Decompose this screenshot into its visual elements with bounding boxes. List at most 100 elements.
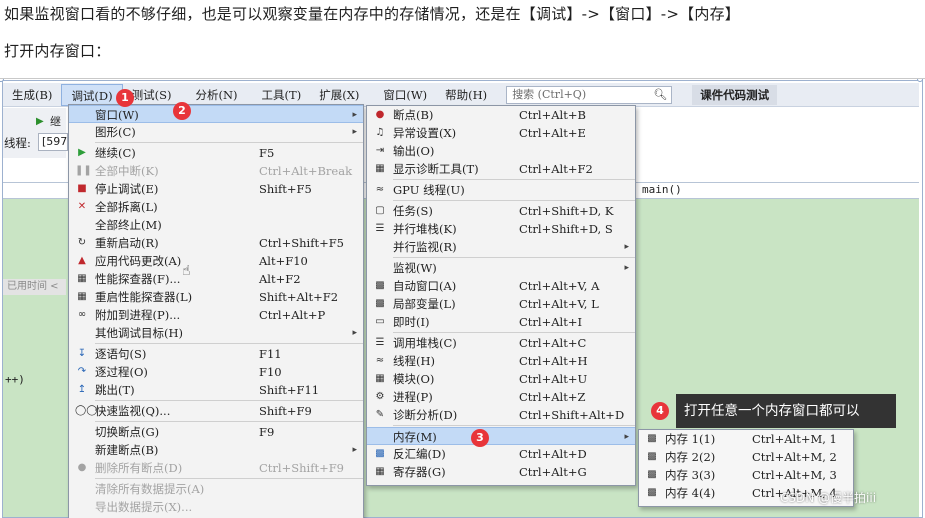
menu-separator: [393, 332, 635, 333]
flame-icon: ▲: [78, 255, 86, 266]
debug-menu-item[interactable]: ✕ 全部拆离(L): [69, 198, 363, 216]
menu-item-shortcut: Ctrl+Alt+U: [519, 372, 588, 386]
menu-help[interactable]: 帮助(H): [436, 84, 496, 106]
thread-label: 线程:: [4, 136, 31, 150]
debug-menu-item[interactable]: ▦ 性能探查器(F)... Alt+F2: [69, 270, 363, 288]
debug-menu-item[interactable]: ∞ 附加到进程(P)... Ctrl+Alt+P: [69, 306, 363, 324]
menu-window[interactable]: 窗口(W): [374, 84, 436, 106]
menu-item-label: 内存(M): [393, 430, 437, 444]
continue-label[interactable]: 继: [50, 113, 61, 129]
debug-menu: 窗口(W) ▸ 图形(C) ▸ ▶ 继续(C) F5 ❚❚ 全部中断(K) Ctrl+Alt+Br…: [68, 104, 364, 518]
window-menu-item[interactable]: ⚙ 进程(P) Ctrl+Alt+Z: [367, 388, 635, 406]
window-menu-item[interactable]: ▦ 模块(O) Ctrl+Alt+U: [367, 370, 635, 388]
menu-item-label: 内存 3(3): [665, 468, 716, 482]
menu-separator: [95, 400, 363, 401]
stop-icon: ■: [77, 183, 87, 194]
tasks-icon: ▢: [375, 205, 385, 216]
debug-menu-item[interactable]: 其他调试目标(H) ▸: [69, 324, 363, 342]
menu-item-shortcut: Ctrl+Alt+Break: [259, 164, 353, 178]
menu-separator: [393, 179, 635, 180]
article-paragraph: 如果监视窗口看的不够仔细，也是可以观察变量在内存中的存储情况，还是在【调试】->…: [4, 5, 740, 23]
window-menu-item[interactable]: ♫ 异常设置(X) Ctrl+Alt+E: [367, 124, 635, 142]
window-menu-item[interactable]: 监视(W) ▸: [367, 259, 635, 277]
menu-extensions[interactable]: 扩展(X): [310, 84, 368, 106]
chevron-right-icon: ▸: [624, 432, 629, 442]
menu-item-label: 重新启动(R): [95, 236, 159, 250]
memory-chip-icon: ▩: [647, 451, 657, 462]
menu-item-label: 逐过程(O): [95, 365, 148, 379]
memory-menu-item[interactable]: ▩ 内存 2(2) Ctrl+Alt+M, 2: [639, 448, 853, 466]
window-menu-item[interactable]: ▩ 自动窗口(A) Ctrl+Alt+V, A: [367, 277, 635, 295]
debug-menu-item[interactable]: ▶ 继续(C) F5: [69, 144, 363, 162]
attach-icon: ∞: [77, 309, 87, 320]
debug-menu-item[interactable]: ▲ 应用代码更改(A) Alt+F10: [69, 252, 363, 270]
memory-menu-item[interactable]: ▩ 内存 1(1) Ctrl+Alt+M, 1: [639, 430, 853, 448]
window-menu-item[interactable]: ⇥ 输出(O): [367, 142, 635, 160]
delete-breakpoints-icon: ●: [77, 462, 87, 473]
menu-debug[interactable]: 调试(D): [61, 83, 123, 106]
menu-item-label: 切换断点(G): [95, 425, 160, 439]
modules-icon: ▦: [375, 373, 385, 384]
menu-analyze[interactable]: 分析(N): [187, 84, 247, 106]
window-menu-item[interactable]: ☰ 调用堆栈(C) Ctrl+Alt+C: [367, 334, 635, 352]
window-menu-item[interactable]: 并行监视(R) ▸: [367, 238, 635, 256]
window-menu-item[interactable]: 内存(M) ▸: [367, 427, 635, 445]
debug-menu-item[interactable]: 切换断点(G) F9: [69, 423, 363, 441]
course-code-button[interactable]: 课件代码测试: [692, 84, 778, 105]
debug-menu-item[interactable]: 全部终止(M): [69, 216, 363, 234]
debug-menu-item[interactable]: ↻ 重新启动(R) Ctrl+Shift+F5: [69, 234, 363, 252]
window-menu-item[interactable]: ▩ 局部变量(L) Ctrl+Alt+V, L: [367, 295, 635, 313]
menu-item-shortcut: F9: [259, 425, 275, 439]
search-input[interactable]: 搜索 (Ctrl+Q) 🔍︎: [506, 85, 673, 104]
menu-item-label: 异常设置(X): [393, 126, 457, 140]
menu-item-shortcut: Ctrl+Alt+F2: [519, 162, 593, 176]
debug-menu-item[interactable]: 窗口(W) ▸: [69, 105, 363, 123]
window-menu-item[interactable]: ✎ 诊断分析(D) Ctrl+Shift+Alt+D: [367, 406, 635, 424]
window-menu-item[interactable]: ▦ 显示诊断工具(T) Ctrl+Alt+F2: [367, 160, 635, 178]
menu-item-shortcut: Ctrl+Alt+Z: [519, 390, 586, 404]
menu-item-shortcut: Ctrl+Alt+C: [519, 336, 587, 350]
menu-item-shortcut: Ctrl+Alt+P: [259, 308, 326, 322]
debug-menu-item: 导出数据提示(X)...: [69, 498, 363, 516]
debug-menu-item[interactable]: ↷ 逐过程(O) F10: [69, 363, 363, 381]
memory-chip-icon: ▩: [647, 487, 657, 498]
window-menu-item[interactable]: ● 断点(B) Ctrl+Alt+B: [367, 106, 635, 124]
debug-menu-item[interactable]: ◯◯ 快速监视(Q)... Shift+F9: [69, 402, 363, 420]
menu-item-label: 全部中断(K): [95, 164, 159, 178]
debug-menu-item[interactable]: ■ 停止调试(E) Shift+F5: [69, 180, 363, 198]
debug-menu-item[interactable]: ▦ 重启性能探查器(L) Shift+Alt+F2: [69, 288, 363, 306]
play-icon[interactable]: ▶: [36, 116, 44, 127]
window-menu-item[interactable]: ☰ 并行堆栈(K) Ctrl+Shift+D, S: [367, 220, 635, 238]
menu-separator: [95, 478, 363, 479]
menu-item-shortcut: Alt+F10: [259, 254, 308, 268]
window-submenu: ● 断点(B) Ctrl+Alt+B ♫ 异常设置(X) Ctrl+Alt+E ⇥ 输出(O)…: [366, 105, 636, 486]
window-menu-item[interactable]: ▩ 反汇编(D) Ctrl+Alt+D: [367, 445, 635, 463]
menu-item-label: 性能探查器(F)...: [95, 272, 181, 286]
menu-item-label: 寄存器(G): [393, 465, 446, 479]
window-menu-item[interactable]: ▢ 任务(S) Ctrl+Shift+D, K: [367, 202, 635, 220]
menu-separator: [95, 343, 363, 344]
window-menu-item[interactable]: ▦ 寄存器(G) Ctrl+Alt+G: [367, 463, 635, 481]
menu-tools[interactable]: 工具(T): [253, 84, 311, 106]
chevron-right-icon: ▸: [352, 445, 357, 455]
menu-item-label: 自动窗口(A): [393, 279, 457, 293]
window-menu-item[interactable]: ≈ GPU 线程(U): [367, 181, 635, 199]
threads-icon: ≈: [375, 355, 385, 366]
menu-item-label: 继续(C): [95, 146, 136, 160]
thread-select[interactable]: [597: [38, 133, 68, 151]
breakpoint-icon: ●: [375, 109, 385, 120]
window-menu-item[interactable]: ≈ 线程(H) Ctrl+Alt+H: [367, 352, 635, 370]
debug-menu-item[interactable]: 图形(C) ▸: [69, 123, 363, 141]
menu-build[interactable]: 生成(B): [3, 84, 61, 106]
menu-item-label: 反汇编(D): [393, 447, 446, 461]
step-into-icon: ↧: [77, 348, 87, 359]
window-menu-item[interactable]: ▭ 即时(I) Ctrl+Alt+I: [367, 313, 635, 331]
menu-item-label: 并行堆栈(K): [393, 222, 457, 236]
step-badge-4: 4: [651, 402, 669, 420]
debug-menu-item[interactable]: ↥ 跳出(T) Shift+F11: [69, 381, 363, 399]
menu-item-label: 导出数据提示(X)...: [95, 500, 193, 514]
debug-menu-item[interactable]: ↧ 逐语句(S) F11: [69, 345, 363, 363]
menu-separator: [393, 200, 635, 201]
memory-menu-item[interactable]: ▩ 内存 3(3) Ctrl+Alt+M, 3: [639, 466, 853, 484]
debug-menu-item[interactable]: 新建断点(B) ▸: [69, 441, 363, 459]
